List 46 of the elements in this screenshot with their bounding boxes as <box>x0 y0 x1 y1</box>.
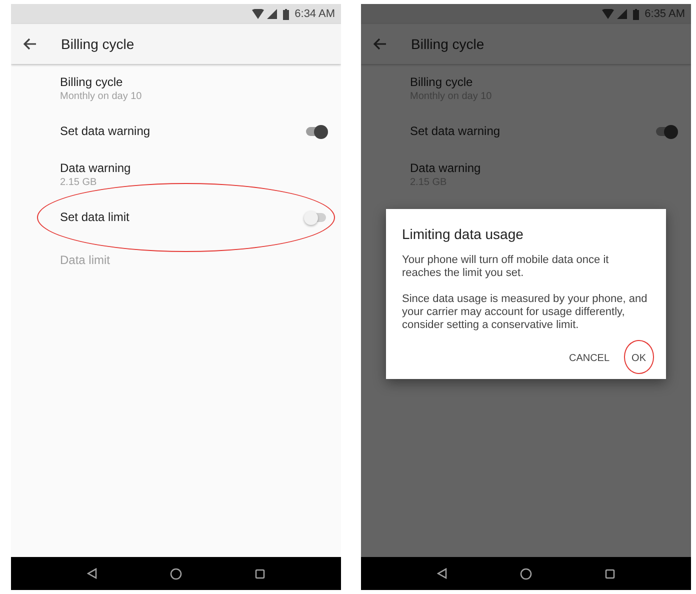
battery-icon <box>632 8 639 20</box>
triangle-back-icon <box>87 568 98 579</box>
setting-title: Data warning <box>410 160 482 176</box>
setting-title: Billing cycle <box>60 74 124 90</box>
screen-title: Billing cycle <box>61 34 134 54</box>
dialog-button[interactable]: OK <box>632 351 646 366</box>
settings-row[interactable]: Billing cycle Monthly on day 10 <box>11 67 341 110</box>
back-arrow-icon <box>23 38 37 50</box>
setting-summary: Monthly on day 10 <box>60 90 143 102</box>
signal-icon <box>266 9 277 19</box>
wifi-icon <box>602 9 614 19</box>
back-arrow-icon <box>373 38 387 50</box>
dialog-button[interactable]: CANCEL <box>568 351 610 366</box>
setting-summary: 2.15 GB <box>60 176 98 188</box>
home-button[interactable] <box>520 568 532 580</box>
wifi-icon <box>252 9 264 19</box>
square-recents-icon <box>254 568 265 578</box>
circle-home-icon <box>170 568 182 580</box>
settings-row[interactable]: Data warning 2.15 GB <box>11 153 341 196</box>
setting-title: Data warning <box>60 160 132 176</box>
status-time: 6:34 AM <box>294 6 335 22</box>
screen-title: Billing cycle <box>411 34 484 54</box>
toggle-switch[interactable] <box>654 124 678 138</box>
toggle-switch[interactable] <box>304 210 328 224</box>
back-nav-button[interactable] <box>87 568 98 579</box>
battery-icon <box>282 8 289 20</box>
circle-home-icon <box>520 568 532 580</box>
signal-icon <box>616 9 627 19</box>
triangle-back-icon <box>437 568 448 579</box>
settings-row[interactable]: Set data warning <box>11 110 341 153</box>
recents-button[interactable] <box>254 568 265 578</box>
setting-title: Set data warning <box>60 124 152 139</box>
dialog-message: Your phone will turn off mobile data once it reaches the limit you set. <box>402 254 610 280</box>
settings-row[interactable]: Set data limit <box>11 196 341 239</box>
setting-title: Billing cycle <box>410 74 474 90</box>
dialog-title: Limiting data usage <box>402 225 524 244</box>
recents-button[interactable] <box>604 568 615 578</box>
dialog-message: Since data usage is measured by your phone, and your carrier may account for usage differently, consider setting a conservative limit. <box>402 293 648 332</box>
setting-title: Set data limit <box>60 210 130 225</box>
toggle-switch[interactable] <box>304 124 328 138</box>
home-button[interactable] <box>170 568 182 580</box>
square-recents-icon <box>604 568 615 578</box>
status-time: 6:35 AM <box>644 6 685 22</box>
setting-title: Data limit <box>60 253 112 268</box>
back-nav-button[interactable] <box>437 568 448 579</box>
setting-title: Set data warning <box>410 124 502 139</box>
